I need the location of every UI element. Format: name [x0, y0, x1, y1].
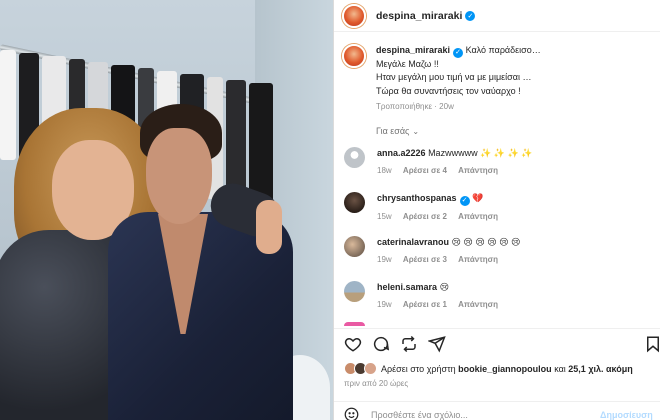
commenter-avatar[interactable]	[344, 236, 365, 257]
post-actions: Αρέσει στο χρήστη bookie_giannopoulou κα…	[334, 328, 660, 420]
comment-reply-link[interactable]: Απάντηση	[458, 300, 498, 309]
commenter-avatar[interactable]	[344, 192, 365, 213]
caption-username[interactable]: despina_miraraki	[376, 45, 450, 55]
comment-likes-link[interactable]: Αρέσει σε 2	[403, 212, 447, 221]
caption-meta: Τροποποιήθηκε · 20w	[376, 102, 454, 112]
commenter-avatar[interactable]	[344, 322, 365, 326]
likes-prefix: Αρέσει στο χρήστη	[381, 363, 456, 374]
comment-reply-link[interactable]: Απάντηση	[458, 255, 498, 264]
comment-time: 19w	[377, 300, 392, 309]
comment-time: 19w	[377, 255, 392, 264]
comment-composer: Προσθέστε ένα σχόλιο... Δημοσίευση	[334, 401, 660, 420]
comment-username[interactable]: heleni.samara	[377, 282, 437, 292]
comment-item: heleni.samara 😢 19w Αρέσει σε 1 Απάντηση…	[344, 281, 660, 311]
author-username[interactable]: despina_miraraki	[376, 10, 462, 22]
caption-line: Ηταν μεγάλη μου τιμή να με μιμείσαι …	[376, 72, 532, 83]
comment-likes-link[interactable]: Αρέσει σε 3	[403, 255, 447, 264]
verified-badge-icon: ✓	[453, 47, 464, 58]
post-comment-button[interactable]: Δημοσίευση	[600, 410, 653, 420]
liker-username[interactable]: bookie_giannopoulou	[458, 364, 552, 374]
post-time: πριν από 20 ώρες	[344, 379, 409, 388]
comment-username[interactable]: anna.a2226	[377, 148, 426, 158]
caption-line: Καλό παράδεισο…	[465, 45, 541, 55]
emoji-icon[interactable]	[344, 407, 359, 420]
commenter-avatar[interactable]	[344, 147, 365, 168]
person-hand	[256, 200, 282, 254]
comment-input[interactable]: Προσθέστε ένα σχόλιο...	[371, 410, 468, 420]
caption-avatar[interactable]	[342, 44, 366, 68]
comment-reply-link[interactable]: Απάντηση	[458, 212, 498, 221]
comment-text: 😢	[439, 282, 449, 292]
comment-username[interactable]: chrysanthospanas	[377, 193, 457, 203]
comment-reply-link[interactable]: Απάντηση	[458, 166, 498, 175]
post-panel: despina_miraraki ✓ despina_miraraki ✓ Καλ…	[334, 0, 660, 420]
send-icon[interactable]	[428, 335, 446, 353]
comment-item: chrysanthospanas ✓ 💔 15w Αρέσει σε 2 Απάν…	[344, 192, 660, 223]
for-you-label: Για εσάς	[376, 126, 410, 136]
comment-time: 15w	[377, 211, 392, 221]
for-you-toggle[interactable]: Για εσάς ⌄	[376, 126, 419, 136]
comment-item: caterinalavranou 😢 😢 😢 😢 😢 😢 19w Αρέσει …	[344, 236, 660, 266]
verified-badge-icon: ✓	[459, 195, 470, 206]
post-caption: despina_miraraki ✓ Καλό παράδεισο… Μεγάλε…	[342, 44, 658, 114]
likes-summary[interactable]: Αρέσει στο χρήστη bookie_giannopoulou κα…	[344, 362, 633, 375]
post-photo[interactable]	[0, 0, 333, 420]
hanging-garment	[0, 50, 16, 160]
comment-text: 😢 😢 😢 😢 😢 😢	[451, 237, 521, 247]
likes-joiner: και	[554, 363, 566, 374]
comment-icon[interactable]	[372, 335, 390, 353]
chevron-down-icon: ⌄	[412, 127, 420, 136]
commenter-avatar[interactable]	[344, 281, 365, 302]
caption-line: Τώρα θα συναντήσεις τον ναύαρχο !	[376, 85, 521, 96]
likes-count[interactable]: 25,1 χιλ. ακόμη	[568, 364, 632, 374]
share-icon[interactable]	[400, 335, 418, 353]
comment-username[interactable]: caterinalavranou	[377, 237, 449, 247]
heart-icon[interactable]	[344, 335, 362, 353]
verified-badge-icon: ✓	[465, 10, 476, 21]
liker-avatars	[344, 362, 377, 375]
person-man-face	[146, 128, 212, 224]
bookmark-icon[interactable]	[644, 335, 660, 353]
comment-text: 💔	[472, 193, 484, 203]
post-header: despina_miraraki ✓	[334, 0, 660, 32]
comment-time: 18w	[377, 166, 392, 175]
author-avatar[interactable]	[342, 3, 366, 28]
comment-likes-link[interactable]: Αρέσει σε 1	[403, 300, 447, 309]
caption-line: Μεγάλε Μαζω !!	[376, 58, 439, 69]
comment-text: Mazwwwww ✨ ✨ ✨ ✨	[428, 148, 533, 158]
comment-item: anna.a2226 Mazwwwww ✨ ✨ ✨ ✨ 18w Αρέσει σ…	[344, 147, 660, 177]
comment-likes-link[interactable]: Αρέσει σε 4	[403, 166, 447, 175]
